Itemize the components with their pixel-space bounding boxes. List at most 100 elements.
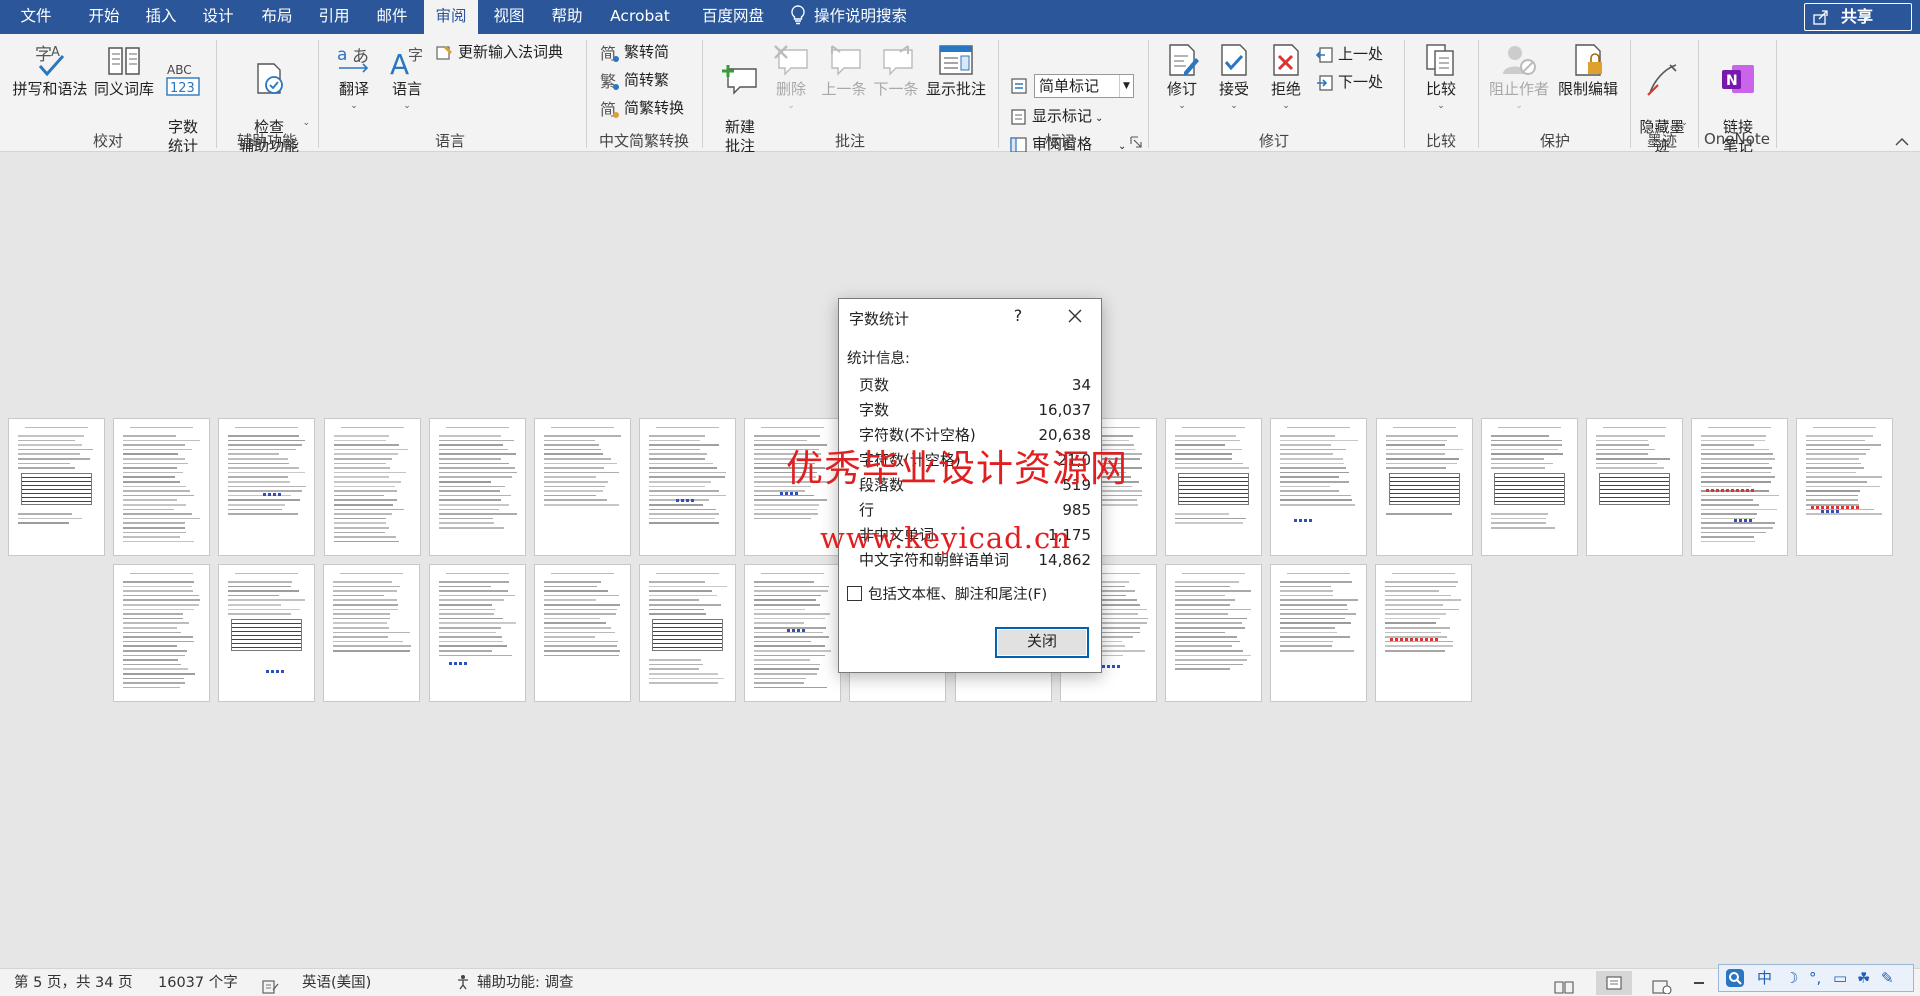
spelling-grammar-button[interactable]: 字A 拼写和语法	[10, 42, 90, 99]
tab-mailings[interactable]: 邮件	[365, 0, 419, 34]
page-thumbnail[interactable]	[1796, 418, 1893, 556]
page-thumbnail[interactable]	[1586, 418, 1683, 556]
tab-baidu-netdisk[interactable]: 百度网盘	[690, 0, 776, 34]
status-bar: 第 5 页，共 34 页 16037 个字 英语(美国) 辅助功能: 调查	[0, 968, 1920, 996]
ime-punctuation-icon[interactable]: °,	[1809, 968, 1821, 988]
page-thumbnail[interactable]	[534, 418, 631, 556]
tab-insert[interactable]: 插入	[134, 0, 188, 34]
accept-button[interactable]: 接受 ⌄	[1210, 42, 1258, 111]
page-thumbnail[interactable]	[429, 564, 526, 702]
restrict-editing-label: 限制编辑	[1557, 80, 1618, 98]
update-ime-dictionary-button[interactable]: 更新输入法词典	[436, 40, 563, 64]
group-separator	[318, 40, 319, 148]
page-thumbnail[interactable]	[323, 564, 420, 702]
share-icon	[1813, 10, 1828, 25]
page-thumbnail[interactable]	[639, 564, 736, 702]
page-thumbnail[interactable]	[1165, 564, 1262, 702]
svg-text:あ: あ	[352, 47, 369, 67]
tab-review[interactable]: 审阅	[424, 0, 478, 34]
read-mode-icon[interactable]	[1554, 976, 1574, 994]
tab-references[interactable]: 引用	[307, 0, 361, 34]
show-markup-button[interactable]: 显示标记 ⌄	[1010, 104, 1103, 128]
page-thumbnail[interactable]	[8, 418, 105, 556]
tab-acrobat[interactable]: Acrobat	[602, 0, 678, 34]
page-thumbnail[interactable]	[1691, 418, 1788, 556]
word-count-button[interactable]: ABC 123 字数 统计	[160, 42, 206, 156]
markup-display-dropdown[interactable]: 简单标记 ▼	[1034, 74, 1134, 98]
page-thumbnail[interactable]	[324, 418, 421, 556]
page-thumbnail[interactable]	[429, 418, 526, 556]
thesaurus-button[interactable]: 同义词库	[92, 42, 156, 99]
new-comment-button[interactable]: 新建 批注	[714, 42, 766, 156]
page-thumbnail[interactable]	[113, 418, 210, 556]
compare-icon	[1426, 44, 1454, 76]
tab-file[interactable]: 文件	[8, 0, 64, 34]
page-thumbnail[interactable]	[1270, 564, 1367, 702]
close-icon[interactable]	[1063, 305, 1087, 327]
chinese-conversion-button[interactable]: 简简繁转换	[600, 96, 684, 120]
page-thumbnail[interactable]	[1481, 418, 1578, 556]
tab-design[interactable]: 设计	[191, 0, 245, 34]
previous-change-button[interactable]: 上一处	[1315, 42, 1383, 66]
web-layout-icon[interactable]	[1652, 976, 1672, 995]
simplified-to-traditional-button[interactable]: 繁简转繁	[600, 68, 669, 92]
chevron-down-icon: ⌄	[1282, 101, 1290, 111]
tab-home[interactable]: 开始	[76, 0, 132, 34]
page-thumbnail[interactable]	[1376, 418, 1473, 556]
ime-halfwidth-icon[interactable]: ☽	[1785, 968, 1798, 988]
close-button[interactable]: 关闭	[995, 627, 1089, 658]
print-layout-icon[interactable]	[1596, 971, 1632, 995]
translate-button[interactable]: aあ 翻译 ⌄	[330, 42, 378, 111]
ime-tools-icon[interactable]: ✎	[1881, 968, 1894, 988]
page-thumbnail[interactable]	[113, 564, 210, 702]
page-thumbnail[interactable]	[744, 564, 841, 702]
page-thumbnail[interactable]	[218, 564, 315, 702]
group-separator	[1148, 40, 1149, 148]
ime-keyboard-icon[interactable]: ▭	[1833, 968, 1847, 988]
collapse-ribbon-icon[interactable]	[1894, 134, 1910, 146]
language-indicator[interactable]: 英语(美国)	[302, 969, 371, 996]
checkbox-box[interactable]	[847, 586, 862, 601]
help-button[interactable]: ?	[1007, 305, 1029, 327]
track-changes-button[interactable]: 修订 ⌄	[1158, 42, 1206, 111]
page-thumbnail[interactable]	[1375, 564, 1472, 702]
page-indicator[interactable]: 第 5 页，共 34 页	[14, 969, 133, 996]
include-textboxes-checkbox[interactable]: 包括文本框、脚注和尾注(F)	[847, 585, 1047, 605]
tab-help[interactable]: 帮助	[540, 0, 594, 34]
reject-label: 拒绝	[1270, 80, 1301, 98]
block-authors-button[interactable]: 阻止作者 ⌄	[1486, 42, 1552, 111]
tell-me-search[interactable]: 操作说明搜索	[790, 0, 907, 34]
restrict-editing-button[interactable]: 限制编辑	[1554, 42, 1622, 99]
page-thumbnail[interactable]	[534, 564, 631, 702]
accessibility-label: 辅助功能: 调查	[477, 975, 574, 991]
dialog-launcher-icon[interactable]	[1130, 134, 1142, 148]
reject-button[interactable]: 拒绝 ⌄	[1262, 42, 1310, 111]
compare-button[interactable]: 比较 ⌄	[1416, 42, 1466, 111]
page-thumbnail[interactable]	[1165, 418, 1262, 556]
language-label: 语言	[391, 80, 422, 98]
svg-text:A: A	[51, 45, 60, 60]
zoom-out-icon[interactable]	[1694, 982, 1704, 984]
traditional-to-simplified-button[interactable]: 简繁转简	[600, 40, 669, 64]
ime-skin-icon[interactable]: ☘	[1857, 968, 1870, 988]
delete-comment-button[interactable]: 删除 ⌄	[768, 42, 814, 111]
previous-comment-button[interactable]: 上一条	[818, 42, 870, 99]
accessibility-indicator[interactable]: 辅助功能: 调查	[455, 969, 574, 996]
chevron-down-icon: ⌄	[350, 101, 358, 111]
tab-view[interactable]: 视图	[482, 0, 536, 34]
reviewing-pane-icon	[1010, 136, 1027, 153]
word-count-indicator[interactable]: 16037 个字	[158, 969, 238, 996]
ime-logo-icon[interactable]	[1725, 968, 1745, 993]
page-thumbnail[interactable]	[218, 418, 315, 556]
ime-language-toggle[interactable]: 中	[1757, 968, 1772, 988]
language-button[interactable]: A字 语言 ⌄	[384, 42, 430, 111]
proofing-status-icon[interactable]	[262, 976, 280, 994]
show-comments-button[interactable]: 显示批注	[922, 42, 990, 99]
page-thumbnail[interactable]	[1270, 418, 1367, 556]
next-change-button[interactable]: 下一处	[1316, 70, 1383, 94]
tab-layout[interactable]: 布局	[250, 0, 304, 34]
page-thumbnail[interactable]	[639, 418, 736, 556]
spelling-grammar-label: 拼写和语法	[12, 80, 88, 98]
next-comment-button[interactable]: 下一条	[870, 42, 922, 99]
share-button[interactable]: 共享	[1804, 3, 1912, 31]
